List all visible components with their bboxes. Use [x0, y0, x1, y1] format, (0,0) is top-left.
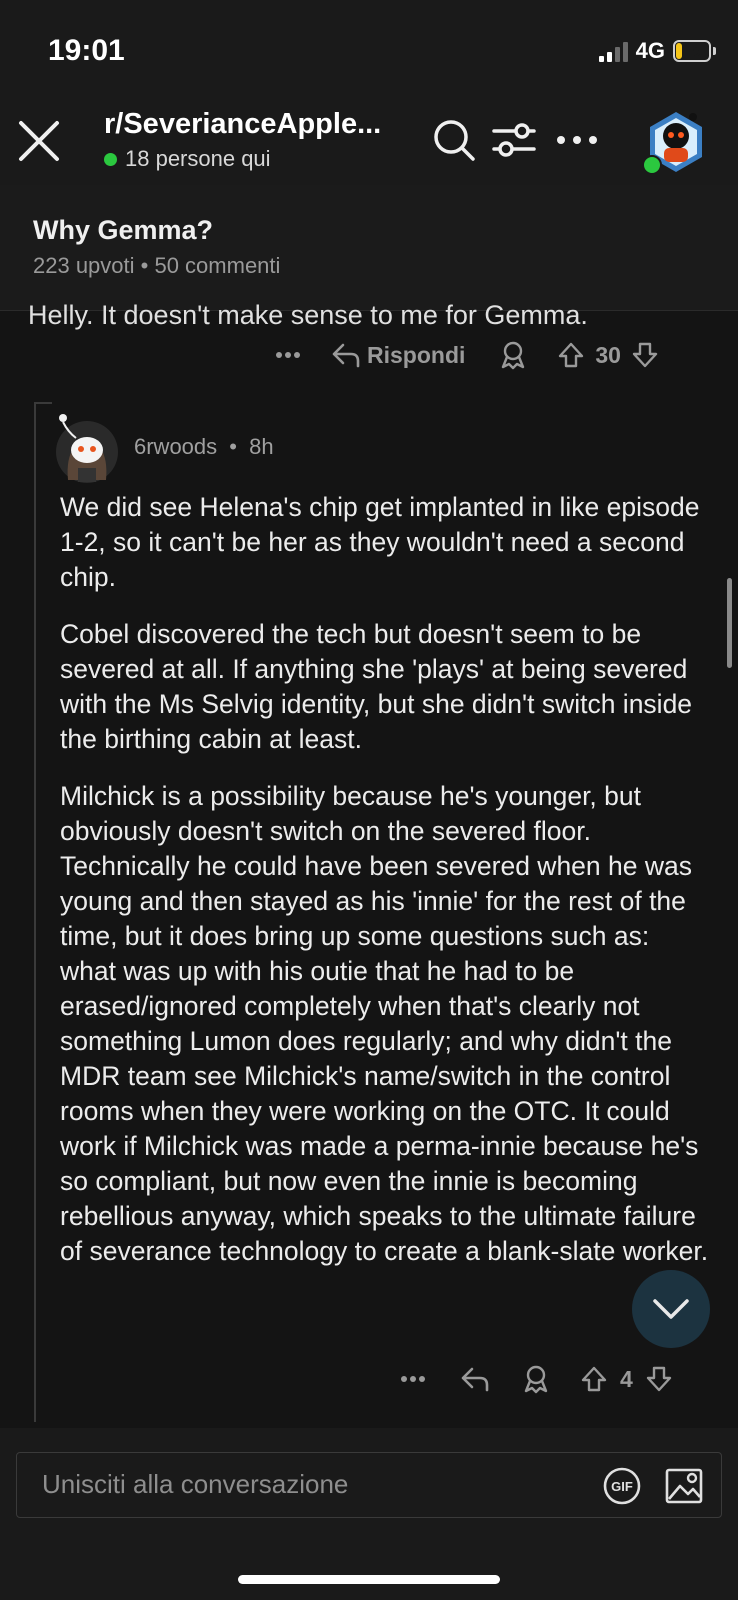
battery-tip — [713, 47, 716, 55]
signal-icon — [598, 40, 628, 62]
comment-body: We did see Helena's chip get implanted i… — [60, 490, 710, 1291]
comment-header: 6rwoods • 8h — [134, 434, 274, 460]
comment-paragraph: Milchick is a possibility because he's y… — [60, 781, 709, 1266]
comment-actions: 4 — [400, 1364, 673, 1394]
image-icon — [665, 1468, 703, 1504]
close-icon — [19, 121, 59, 161]
comment-time: 8h — [249, 434, 274, 459]
thread-line[interactable] — [34, 402, 36, 1422]
subreddit-name[interactable]: r/SeverianceApple... — [104, 108, 381, 141]
comment-author[interactable]: 6rwoods — [134, 434, 217, 459]
online-label: 18 persone qui — [125, 146, 271, 171]
reply-icon — [461, 1367, 489, 1392]
close-button[interactable] — [16, 118, 62, 164]
award-icon — [524, 1365, 548, 1394]
search-icon — [434, 120, 475, 161]
comment-more-button[interactable] — [400, 1375, 426, 1383]
parent-comment-text: Helly. It doesn't make sense to me for G… — [28, 300, 588, 330]
award-button[interactable] — [499, 340, 527, 370]
comment-count: 50 commenti — [154, 253, 281, 278]
comment-award-button[interactable] — [522, 1364, 550, 1394]
next-comment-button[interactable] — [632, 1270, 710, 1348]
vote-count: 30 — [595, 341, 621, 368]
online-dot-icon — [104, 152, 117, 166]
downvote-arrow-icon — [632, 342, 658, 368]
online-status-dot — [642, 155, 662, 175]
gif-label: GIF — [611, 1479, 633, 1494]
thread-connector — [34, 402, 52, 404]
comment-paragraph: We did see Helena's chip get implanted i… — [60, 492, 700, 592]
chevron-down-icon — [653, 1299, 689, 1319]
reply-icon — [332, 343, 360, 368]
upvote-arrow-icon — [559, 342, 584, 368]
battery-level: 18 — [683, 42, 701, 60]
meta-separator: • — [134, 253, 155, 278]
downvote-arrow-icon — [646, 1366, 671, 1392]
status-bar: 19:01 4G 18 — [0, 0, 738, 100]
comment-paragraph: Cobel discovered the tech but doesn't se… — [60, 619, 693, 754]
more-icon — [557, 136, 597, 144]
comment-separator: • — [229, 434, 237, 459]
comment-downvote-button[interactable] — [645, 1365, 673, 1393]
downvote-button[interactable] — [631, 341, 659, 369]
subreddit-header: r/SeverianceApple... 18 persone qui — [0, 100, 738, 185]
home-indicator[interactable] — [238, 1575, 500, 1584]
gif-button[interactable]: GIF — [602, 1466, 642, 1506]
award-icon — [502, 341, 525, 370]
post-title: Why Gemma? — [33, 215, 214, 245]
filter-button[interactable] — [490, 116, 538, 164]
online-count: 18 persone qui — [104, 146, 271, 172]
upvote-button[interactable] — [557, 341, 585, 369]
status-indicators: 4G 18 — [598, 38, 716, 64]
upvote-arrow-icon — [581, 1366, 607, 1392]
post-meta: 223 upvoti • 50 commenti — [33, 253, 280, 279]
reply-button[interactable]: Rispondi — [331, 342, 465, 369]
comment-avatar[interactable] — [54, 412, 120, 484]
gif-icon: GIF — [603, 1467, 641, 1505]
upvote-count: 223 upvoti — [33, 253, 135, 278]
parent-more-button[interactable] — [275, 351, 301, 359]
sliders-icon — [492, 123, 536, 157]
scrollbar-thumb[interactable] — [727, 578, 732, 668]
more-options-button[interactable] — [553, 116, 601, 164]
parent-comment-actions: Rispondi 30 — [275, 340, 659, 370]
image-button[interactable] — [664, 1466, 704, 1506]
snoo-avatar-icon — [56, 414, 118, 483]
post-summary[interactable]: Why Gemma? 223 upvoti • 50 commenti — [0, 185, 738, 311]
comment-reply-button[interactable] — [460, 1366, 490, 1392]
comment-vote-count: 4 — [620, 1365, 633, 1392]
reply-label: Rispondi — [367, 341, 466, 368]
more-icon — [276, 352, 300, 358]
join-conversation-input[interactable]: Unisciti alla conversazione GIF — [16, 1452, 722, 1518]
comment-upvote-button[interactable] — [580, 1365, 608, 1393]
search-button[interactable] — [430, 116, 478, 164]
composer-placeholder: Unisciti alla conversazione — [42, 1469, 349, 1499]
clock: 19:01 — [48, 34, 125, 67]
more-icon — [401, 1376, 425, 1382]
battery-icon: 18 — [673, 40, 711, 62]
network-type: 4G — [635, 38, 665, 63]
